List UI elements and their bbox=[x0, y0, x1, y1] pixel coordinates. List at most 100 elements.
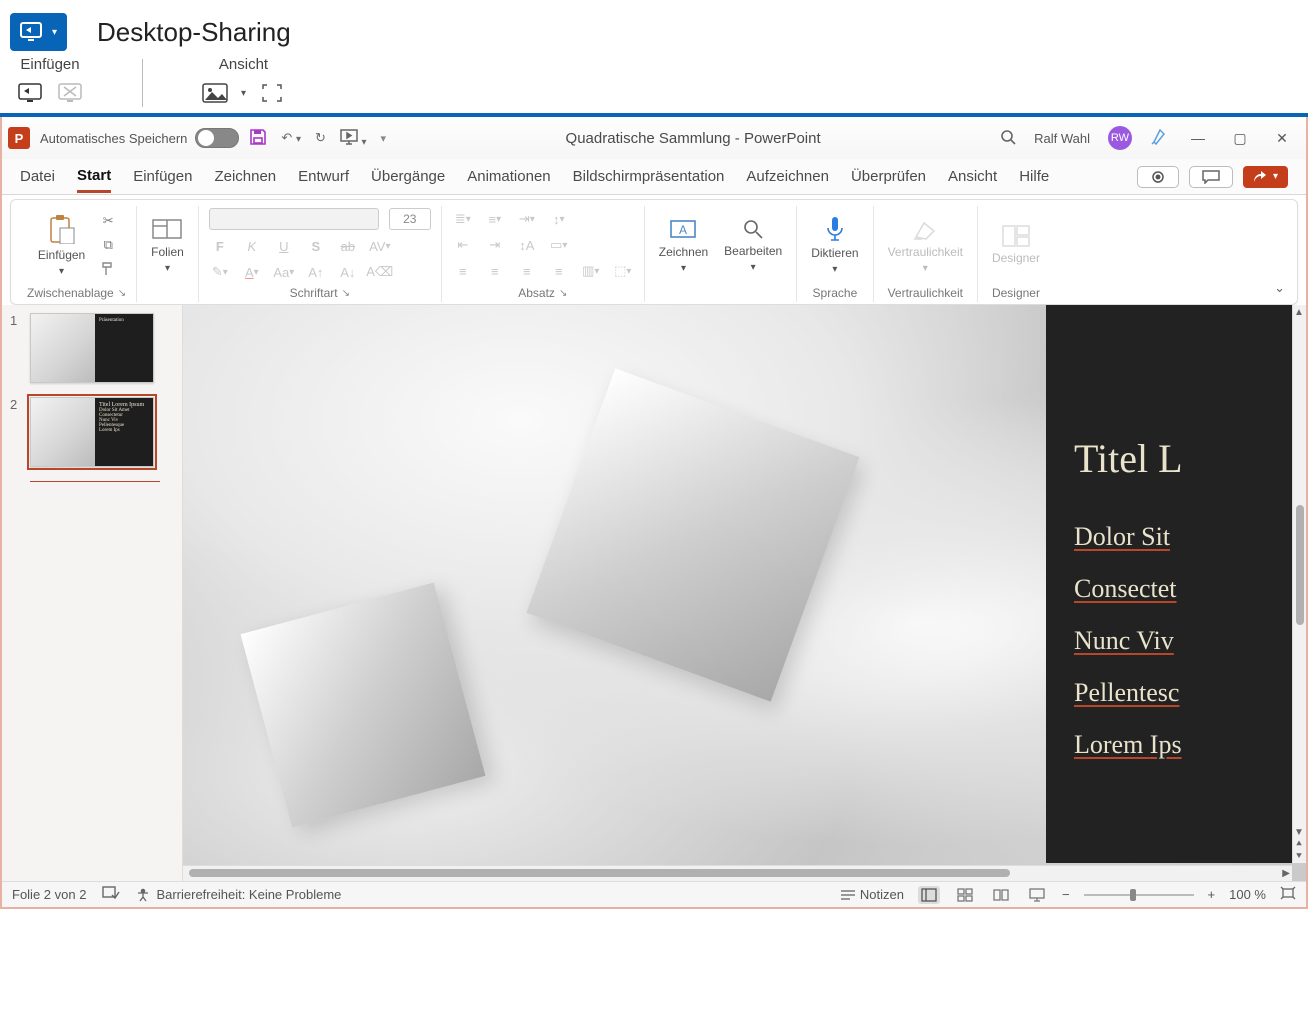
vertical-scrollbar[interactable]: ▲ ▼ ⯅ ⯆ bbox=[1292, 305, 1306, 863]
format-painter-icon[interactable] bbox=[97, 259, 119, 279]
italic-button[interactable]: K bbox=[241, 236, 263, 256]
coming-soon-icon[interactable] bbox=[1150, 128, 1168, 149]
reading-view-button[interactable] bbox=[990, 886, 1012, 904]
scroll-up-icon[interactable]: ▲ bbox=[1294, 307, 1304, 317]
search-icon[interactable] bbox=[1000, 129, 1016, 148]
tab-animationen[interactable]: Animationen bbox=[467, 162, 550, 191]
tab-praesentation[interactable]: Bildschirmpräsentation bbox=[573, 162, 725, 191]
slide-thumbnail-1[interactable]: Präsentation bbox=[30, 313, 154, 383]
strikethrough-button[interactable]: ab bbox=[337, 236, 359, 256]
numbering-button[interactable]: ≡▾ bbox=[484, 209, 506, 229]
tab-einfuegen[interactable]: Einfügen bbox=[133, 162, 192, 191]
share-app-button[interactable]: ▾ bbox=[10, 13, 67, 51]
camera-button[interactable] bbox=[1137, 166, 1179, 188]
chevron-down-icon[interactable]: ▾ bbox=[241, 88, 246, 99]
save-icon[interactable] bbox=[249, 128, 267, 149]
character-spacing-button[interactable]: AV▾ bbox=[369, 236, 391, 256]
dictate-button[interactable]: Diktieren ▾ bbox=[807, 214, 862, 277]
slide-canvas[interactable]: Titel L Dolor Sit Consectet Nunc Viv Pel… bbox=[182, 305, 1306, 881]
scroll-down-icon[interactable]: ▼ bbox=[1294, 827, 1304, 837]
paste-button[interactable]: Einfügen ▾ bbox=[34, 212, 89, 279]
drawing-button[interactable]: A Zeichnen ▾ bbox=[655, 215, 712, 276]
close-button[interactable]: ✕ bbox=[1270, 130, 1294, 147]
slide-position[interactable]: Folie 2 von 2 bbox=[12, 887, 86, 902]
fit-to-window-button[interactable] bbox=[1280, 886, 1296, 903]
slide-line[interactable]: Consectet bbox=[1074, 574, 1306, 604]
group-launcher-icon[interactable]: ↘ bbox=[559, 288, 567, 299]
tab-aufzeichnen[interactable]: Aufzeichnen bbox=[746, 162, 829, 191]
autosave-toggle[interactable] bbox=[195, 128, 239, 148]
tab-uebergaenge[interactable]: Übergänge bbox=[371, 162, 445, 191]
columns-button[interactable]: ▥▾ bbox=[580, 261, 602, 281]
scroll-right-icon[interactable]: ▶ bbox=[1282, 868, 1290, 879]
slide-line[interactable]: Dolor Sit bbox=[1074, 522, 1306, 552]
shrink-font-button[interactable]: A↓ bbox=[337, 262, 359, 282]
slide-text-panel[interactable]: Titel L Dolor Sit Consectet Nunc Viv Pel… bbox=[1046, 305, 1306, 863]
align-text-button[interactable]: ▭▾ bbox=[548, 235, 570, 255]
underline-button[interactable]: U bbox=[273, 236, 295, 256]
zoom-in-button[interactable]: + bbox=[1208, 887, 1216, 902]
slides-button[interactable]: Folien ▾ bbox=[147, 215, 188, 276]
notes-button[interactable]: Notizen bbox=[840, 887, 904, 902]
grow-font-button[interactable]: A↑ bbox=[305, 262, 327, 282]
normal-view-button[interactable] bbox=[918, 886, 940, 904]
zoom-out-button[interactable]: − bbox=[1062, 887, 1070, 902]
tab-datei[interactable]: Datei bbox=[20, 162, 55, 191]
slide-line[interactable]: Pellentesc bbox=[1074, 678, 1306, 708]
line-spacing-button[interactable]: ↕▾ bbox=[548, 209, 570, 229]
list-level-button[interactable]: ⇥▾ bbox=[516, 209, 538, 229]
slide-title[interactable]: Titel L bbox=[1074, 435, 1306, 482]
cut-icon[interactable]: ✂ bbox=[97, 211, 119, 231]
font-color-button[interactable]: A▾ bbox=[241, 262, 263, 282]
align-left-button[interactable]: ≡ bbox=[452, 261, 474, 281]
share-insert-icon[interactable] bbox=[16, 79, 44, 107]
fullscreen-icon[interactable] bbox=[258, 79, 286, 107]
highlight-button[interactable]: ✎▾ bbox=[209, 262, 231, 282]
copy-icon[interactable]: ⧉ bbox=[97, 235, 119, 255]
minimize-button[interactable]: — bbox=[1186, 130, 1210, 146]
editing-button[interactable]: Bearbeiten ▾ bbox=[720, 216, 786, 275]
collapse-ribbon-button[interactable]: ⌄ bbox=[1274, 280, 1285, 296]
group-launcher-icon[interactable]: ↘ bbox=[118, 288, 126, 299]
qat-more-button[interactable]: ▾ bbox=[381, 132, 387, 145]
group-launcher-icon[interactable]: ↘ bbox=[342, 288, 350, 299]
comments-button[interactable] bbox=[1189, 166, 1233, 188]
slide-line[interactable]: Lorem Ips bbox=[1074, 730, 1306, 760]
horizontal-scrollbar[interactable]: ▶ bbox=[183, 865, 1292, 881]
tab-ueberpruefen[interactable]: Überprüfen bbox=[851, 162, 926, 191]
change-case-button[interactable]: Aa▾ bbox=[273, 262, 295, 282]
prev-slide-icon[interactable]: ⯅ bbox=[1294, 839, 1304, 849]
tab-entwurf[interactable]: Entwurf bbox=[298, 162, 349, 191]
next-slide-icon[interactable]: ⯆ bbox=[1294, 851, 1304, 861]
tab-hilfe[interactable]: Hilfe bbox=[1019, 162, 1049, 191]
spellcheck-icon[interactable] bbox=[102, 886, 120, 903]
avatar[interactable]: RW bbox=[1108, 126, 1132, 150]
share-stop-icon[interactable] bbox=[56, 79, 84, 107]
slide-thumbnail-2[interactable]: Titel Lorem Ipsum Dolor Sit Amet Consect… bbox=[30, 397, 154, 467]
clear-formatting-button[interactable]: A⌫ bbox=[369, 262, 391, 282]
accessibility-status[interactable]: Barrierefreiheit: Keine Probleme bbox=[136, 887, 341, 902]
smartart-button[interactable]: ⬚▾ bbox=[612, 261, 634, 281]
tab-zeichnen[interactable]: Zeichnen bbox=[214, 162, 276, 191]
tab-ansicht[interactable]: Ansicht bbox=[948, 162, 997, 191]
zoom-slider[interactable] bbox=[1084, 894, 1194, 896]
slideshow-view-button[interactable] bbox=[1026, 886, 1048, 904]
justify-button[interactable]: ≡ bbox=[548, 261, 570, 281]
bullets-button[interactable]: ≣▾ bbox=[452, 209, 474, 229]
align-center-button[interactable]: ≡ bbox=[484, 261, 506, 281]
font-size-select[interactable]: 23 bbox=[389, 208, 431, 230]
present-from-start-button[interactable]: ▾ bbox=[340, 129, 367, 148]
designer-button[interactable]: Designer bbox=[988, 223, 1044, 267]
zoom-level[interactable]: 100 % bbox=[1229, 887, 1266, 902]
scroll-thumb[interactable] bbox=[189, 869, 1010, 877]
font-name-select[interactable] bbox=[209, 208, 379, 230]
tab-start[interactable]: Start bbox=[77, 161, 111, 193]
redo-button[interactable]: ↻ bbox=[315, 130, 326, 146]
image-view-icon[interactable] bbox=[201, 79, 229, 107]
slide-sorter-view-button[interactable] bbox=[954, 886, 976, 904]
decrease-indent-button[interactable]: ⇤ bbox=[452, 235, 474, 255]
bold-button[interactable]: F bbox=[209, 236, 231, 256]
maximize-button[interactable]: ▢ bbox=[1228, 130, 1252, 147]
scroll-thumb[interactable] bbox=[1296, 505, 1304, 625]
shadow-button[interactable]: S bbox=[305, 236, 327, 256]
